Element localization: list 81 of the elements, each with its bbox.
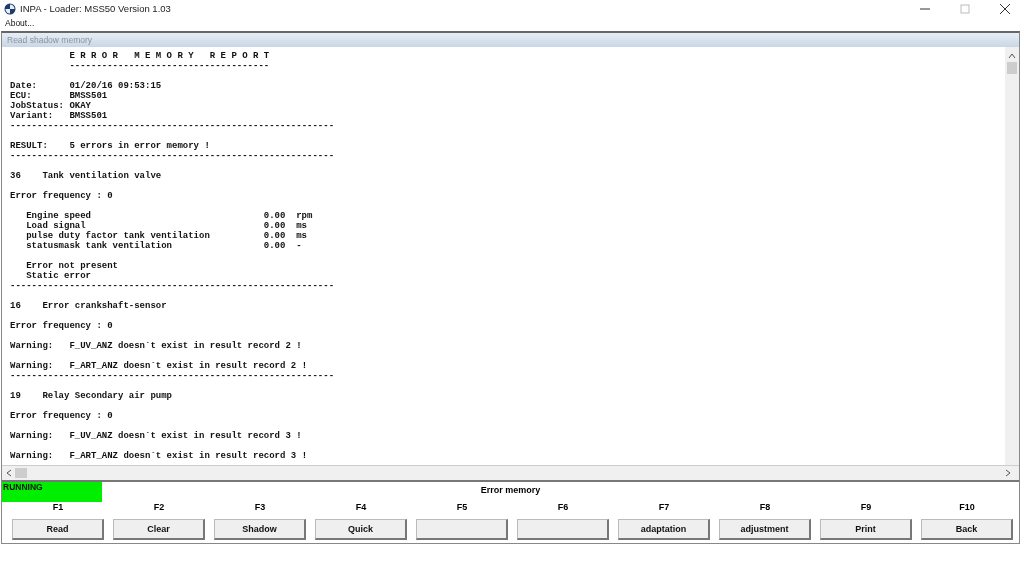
menu-item[interactable]: About... xyxy=(5,18,35,28)
field-label: Warning: xyxy=(10,451,55,461)
panel-caption: Read shadow memory xyxy=(7,35,93,45)
function-button[interactable]: Quick xyxy=(315,519,407,540)
function-key-label: F10 xyxy=(959,502,975,514)
field-label: ECU: xyxy=(10,91,33,101)
field-value: 01/20/16 09:53:15 xyxy=(69,81,162,91)
error-code: 16 xyxy=(10,301,22,311)
measure-value: 0.00 xyxy=(263,241,287,251)
function-key-label: F5 xyxy=(456,502,468,514)
error-code: 36 xyxy=(10,171,22,181)
measure-name: Load signal xyxy=(26,221,87,231)
report-text: Error frequency : 0 xyxy=(10,411,113,421)
field-value: F_ART_ANZ doesn´t exist in result record 2 ! xyxy=(69,361,308,371)
function-button[interactable] xyxy=(416,519,508,540)
field-label: Warning: xyxy=(10,361,55,371)
field-value: 5 errors in error memory ! xyxy=(69,141,210,151)
field-value: F_UV_ANZ doesn´t exist in result record 2 ! xyxy=(69,341,302,351)
function-button[interactable]: Back xyxy=(921,519,1013,540)
function-key-label: F7 xyxy=(658,502,670,514)
measure-name: pulse duty factor tank ventilation xyxy=(26,231,211,241)
dashed-rule: ------------------------------------------------------------ xyxy=(10,281,335,291)
error-code: 19 xyxy=(10,391,22,401)
field-label: Date: xyxy=(10,81,38,91)
function-button[interactable] xyxy=(517,519,609,540)
function-button[interactable]: adaptation xyxy=(618,519,710,540)
function-button[interactable]: adjustment xyxy=(719,519,811,540)
scroll-up-icon[interactable] xyxy=(1008,53,1016,59)
field-value: F_UV_ANZ doesn´t exist in result record 3 ! xyxy=(69,431,302,441)
field-value: BMSS501 xyxy=(69,91,108,101)
scroll-thumb[interactable] xyxy=(1007,62,1017,74)
report-title: ------------------------------------- xyxy=(69,61,270,71)
horizontal-scrollbar[interactable] xyxy=(2,466,1019,482)
report-title: E R R O R M E M O R Y R E P O R T xyxy=(69,51,270,61)
scroll-left-icon[interactable] xyxy=(6,469,12,477)
report-text: Error frequency : 0 xyxy=(10,321,113,331)
function-key-label: F9 xyxy=(860,502,872,514)
report-text: Error frequency : 0 xyxy=(10,191,113,201)
function-button[interactable]: Print xyxy=(820,519,912,540)
measure-unit: ms xyxy=(296,221,307,231)
error-title: Error crankshaft-sensor xyxy=(42,301,167,311)
error-title: Relay Secondary air pump xyxy=(42,391,172,401)
dashed-rule: ------------------------------------------------------------ xyxy=(10,151,335,161)
close-icon[interactable] xyxy=(1000,3,1010,14)
app-icon xyxy=(4,2,16,15)
measure-unit: rpm xyxy=(296,211,313,221)
measure-name: statusmask tank ventilation xyxy=(26,241,173,251)
function-key-label: F6 xyxy=(557,502,569,514)
field-value: OKAY xyxy=(69,101,91,111)
dashed-rule: ------------------------------------------------------------ xyxy=(10,371,335,381)
error-title: Tank ventilation valve xyxy=(42,171,162,181)
measure-unit: - xyxy=(296,241,302,251)
function-button[interactable]: Read xyxy=(12,519,104,540)
field-value: F_ART_ANZ doesn´t exist in result record 3 ! xyxy=(69,451,308,461)
measure-value: 0.00 xyxy=(263,211,287,221)
field-label: Variant: xyxy=(10,111,55,121)
measure-name: Engine speed xyxy=(26,211,92,221)
function-button[interactable]: Shadow xyxy=(214,519,306,540)
vertical-scrollbar[interactable] xyxy=(1005,47,1019,465)
status-note: Error not present xyxy=(26,261,118,271)
window-title: INPA - Loader: MSS50 Version 1.03 xyxy=(20,3,171,14)
dashed-rule: ------------------------------------------------------------ xyxy=(10,121,335,131)
field-label: JobStatus: xyxy=(10,101,65,111)
scroll-right-icon[interactable] xyxy=(1005,469,1011,477)
function-button[interactable]: Clear xyxy=(113,519,205,540)
field-label: Warning: xyxy=(10,341,55,351)
measure-value: 0.00 xyxy=(263,221,287,231)
screen-title: Error memory xyxy=(479,485,542,495)
measure-value: 0.00 xyxy=(263,231,287,241)
function-key-label: F2 xyxy=(153,502,165,514)
field-label: RESULT: xyxy=(10,141,49,151)
function-key-label: F3 xyxy=(254,502,266,514)
scroll-thumb[interactable] xyxy=(15,468,27,478)
field-label: Warning: xyxy=(10,431,55,441)
function-key-label: F8 xyxy=(759,502,771,514)
function-key-label: F1 xyxy=(52,502,64,514)
field-value: BMSS501 xyxy=(69,111,108,121)
running-status: RUNNING xyxy=(2,482,102,502)
measure-unit: ms xyxy=(296,231,307,241)
function-key-label: F4 xyxy=(355,502,367,514)
status-note: Static error xyxy=(26,271,91,281)
